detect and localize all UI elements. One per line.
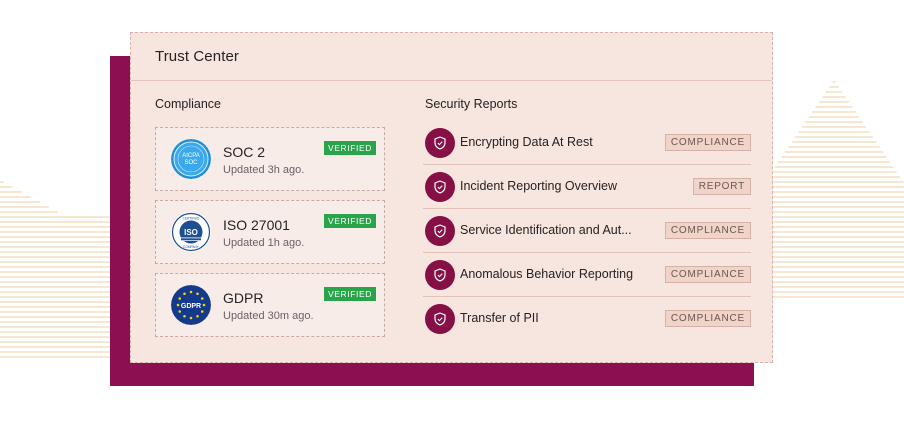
compliance-item-soc2[interactable]: AICPA SOC SOC 2 Updated 3h ago. VERIFIED [155,127,385,191]
svg-text:SOC: SOC [184,160,198,166]
report-row-anomalous-behavior[interactable]: Anomalous Behavior Reporting COMPLIANCE [423,253,751,297]
verified-badge: VERIFIED [324,287,376,301]
report-row-encrypting-data[interactable]: Encrypting Data At Rest COMPLIANCE [423,121,751,165]
shield-check-icon [425,172,455,202]
compliance-item-gdpr[interactable]: GDPR GDPR Updated 30m ago. VERIFIED [155,273,385,337]
report-name: Service Identification and Aut... [460,223,632,237]
shield-check-icon [425,216,455,246]
trust-center-card: Trust Center Compliance Security Reports… [130,32,773,363]
compliance-name: SOC 2 [223,144,266,160]
report-tag: COMPLIANCE [664,310,751,327]
verified-badge: VERIFIED [324,141,376,155]
shield-check-icon [425,304,455,334]
report-tag: COMPLIANCE [664,266,751,283]
security-reports-list: Encrypting Data At Rest COMPLIANCE Incid… [423,121,751,341]
compliance-list: AICPA SOC SOC 2 Updated 3h ago. VERIFIED… [155,127,385,346]
report-row-incident-reporting[interactable]: Incident Reporting Overview REPORT [423,165,751,209]
compliance-updated: Updated 3h ago. [223,164,305,176]
report-tag: COMPLIANCE [664,222,751,239]
iso-certified-logo: ISO CERTIFIED COMPANY [171,212,211,252]
security-reports-title: Security Reports [425,97,518,111]
report-name: Encrypting Data At Rest [460,135,593,149]
svg-text:CERTIFIED: CERTIFIED [183,217,200,221]
compliance-updated: Updated 1h ago. [223,237,305,249]
svg-text:ISO: ISO [184,228,198,237]
compliance-updated: Updated 30m ago. [223,310,314,322]
compliance-name: GDPR [223,290,264,306]
page-title: Trust Center [155,48,240,65]
report-tag: REPORT [692,178,751,195]
aicpa-soc-logo: AICPA SOC [171,139,211,179]
svg-text:COMPANY: COMPANY [183,245,200,249]
report-name: Incident Reporting Overview [460,179,618,193]
report-name: Anomalous Behavior Reporting [460,267,634,281]
right-stripe-decoration [754,80,904,300]
report-tag: COMPLIANCE [664,134,751,151]
gdpr-logo: GDPR [171,285,211,325]
report-name: Transfer of PII [460,311,539,325]
svg-text:GDPR: GDPR [181,303,201,310]
report-row-service-identification[interactable]: Service Identification and Aut... COMPLI… [423,209,751,253]
compliance-name: ISO 27001 [223,217,290,233]
shield-check-icon [425,128,455,158]
compliance-item-iso27001[interactable]: ISO CERTIFIED COMPANY ISO 27001 Updated … [155,200,385,264]
svg-text:AICPA: AICPA [182,153,200,159]
card-header: Trust Center [131,33,772,81]
verified-badge: VERIFIED [324,214,376,228]
report-row-transfer-pii[interactable]: Transfer of PII COMPLIANCE [423,297,751,341]
shield-check-icon [425,260,455,290]
compliance-title: Compliance [155,97,222,111]
